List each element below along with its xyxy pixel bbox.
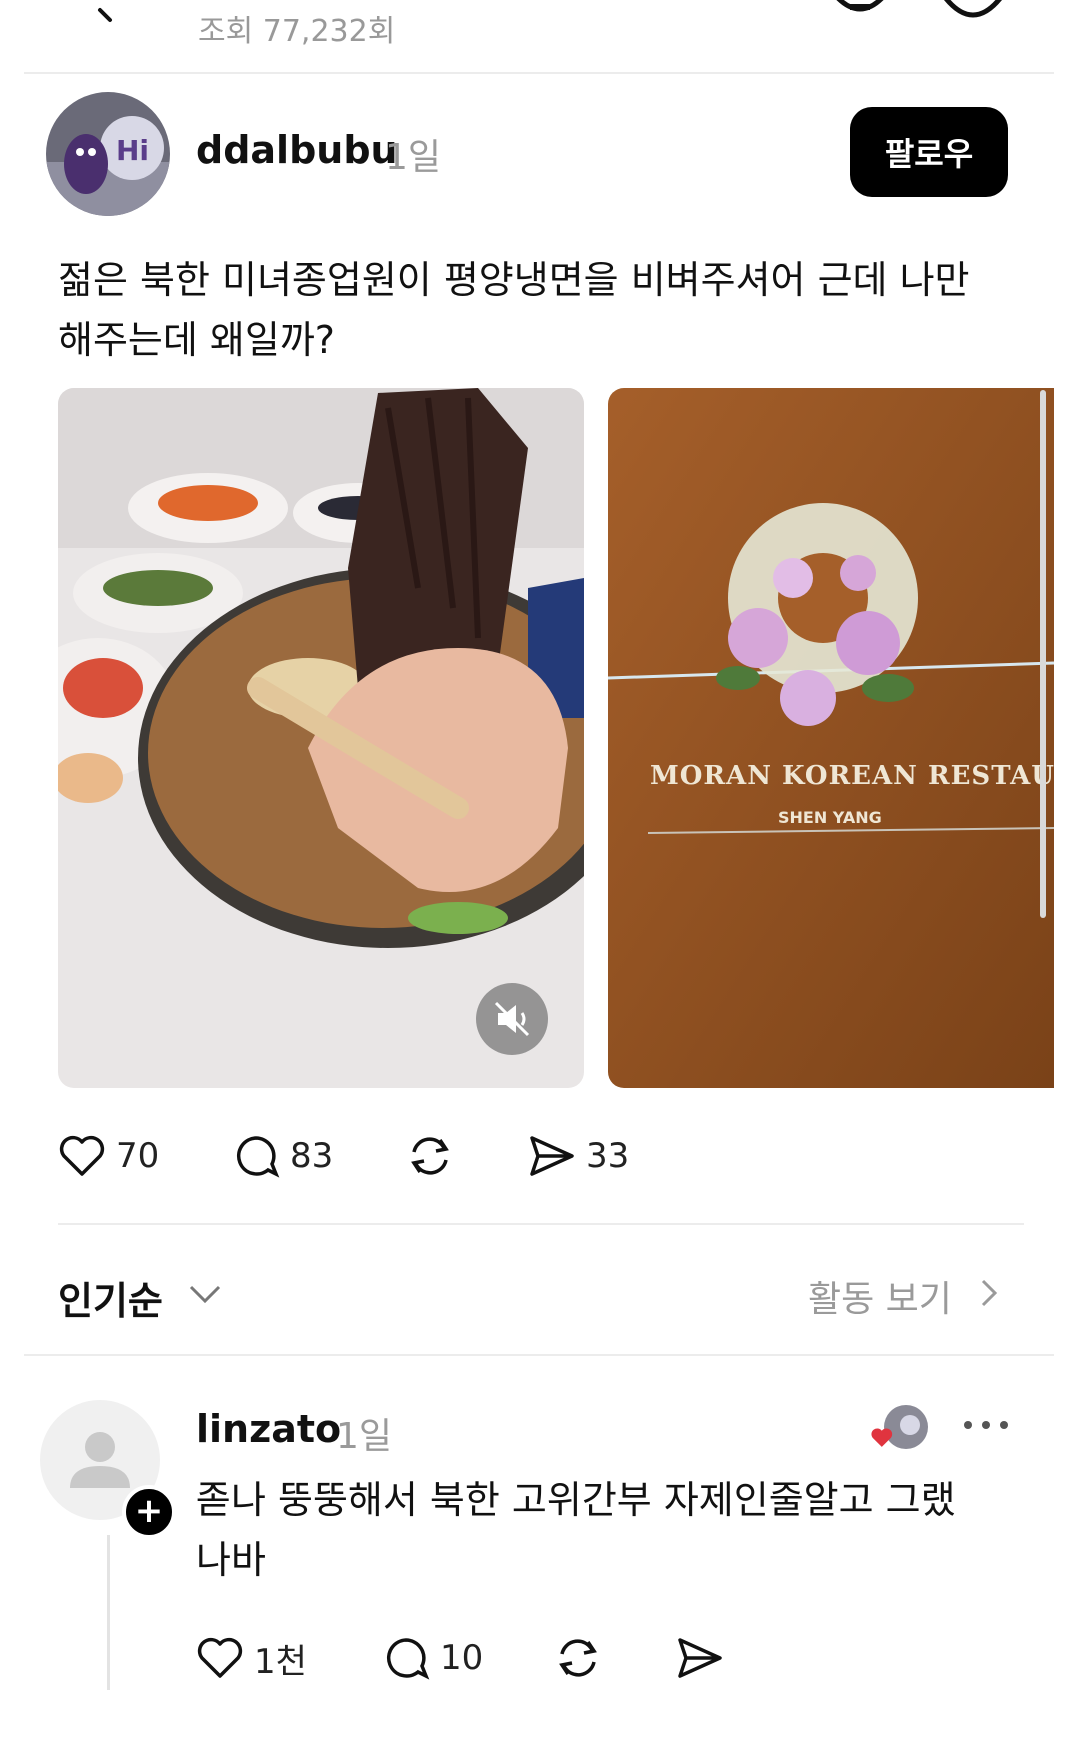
comment-actions: 1천 10 [0, 1632, 1080, 1692]
repost-button[interactable] [404, 1130, 464, 1182]
back-icon[interactable] [96, 6, 118, 28]
repost-icon [411, 1137, 449, 1175]
mute-button[interactable] [476, 983, 548, 1055]
post-actions: 70 83 33 [0, 1130, 1080, 1190]
like-count: 70 [116, 1136, 160, 1176]
view-activity-link[interactable]: 활동 보기 [808, 1270, 952, 1322]
comment-count: 83 [290, 1136, 334, 1176]
scrollbar[interactable] [1040, 390, 1046, 918]
like-button[interactable]: 70 [56, 1130, 159, 1182]
send-icon [678, 1638, 722, 1678]
top-bar: 조회 77,232회 [0, 0, 1080, 72]
share-count: 33 [586, 1136, 630, 1176]
view-count: 조회 77,232회 [198, 14, 396, 49]
chevron-down-icon[interactable] [185, 1275, 225, 1315]
comment-like-button[interactable]: 1천 [194, 1632, 307, 1684]
follow-button[interactable]: 팔로우 [850, 107, 1008, 197]
comment-share-button[interactable] [674, 1632, 734, 1684]
sort-divider [24, 1354, 1054, 1356]
repost-icon [559, 1639, 597, 1677]
svg-text:Hi: Hi [116, 134, 149, 167]
comment-time: 1일 [336, 1416, 393, 1457]
top-divider [24, 72, 1054, 74]
sign-subtext: SHEN YANG [778, 808, 882, 827]
comment-reply-button[interactable]: 10 [380, 1632, 483, 1684]
heart-icon [197, 1637, 243, 1678]
profile-icon[interactable] [938, 0, 1008, 28]
sort-dropdown[interactable]: 인기순 [58, 1270, 163, 1325]
comment-author[interactable]: linzato [196, 1407, 341, 1451]
share-button[interactable]: 33 [526, 1130, 629, 1182]
actions-divider [58, 1223, 1024, 1225]
heart-icon [59, 1135, 105, 1176]
comment-text: 졷나 뚱뚱해서 북한 고위간부 자제인줄알고 그랬나바 [196, 1478, 956, 1582]
author-name[interactable]: ddalbubu [196, 128, 398, 172]
author-liked-icon [871, 1405, 928, 1449]
speaker-muted-icon [494, 1001, 530, 1037]
comment-reply-count: 10 [440, 1638, 484, 1678]
follow-plus-icon[interactable]: + [122, 1485, 176, 1539]
bell-icon[interactable] [830, 0, 890, 24]
chevron-right-icon[interactable] [975, 1275, 1005, 1311]
post-image-restaurant-sign[interactable]: MORAN KOREAN RESTAURANT SHEN YANG [608, 388, 1054, 1088]
comment-icon [386, 1638, 430, 1680]
comment-button[interactable]: 83 [230, 1130, 333, 1182]
comment-like-count: 1천 [254, 1641, 307, 1682]
comment-icon [236, 1136, 280, 1178]
author-avatar[interactable]: Hi [46, 92, 170, 216]
comment-repost-button[interactable] [552, 1632, 612, 1684]
send-icon [530, 1136, 574, 1176]
more-options-icon[interactable] [960, 1410, 1012, 1440]
post-time: 1일 [385, 137, 442, 178]
sign-text: MORAN KOREAN RESTAURANT [650, 761, 1054, 791]
post-text: 젊은 북한 미녀종업원이 평양냉면을 비벼주셔어 근데 나만해주는데 왜일까? [58, 258, 970, 362]
